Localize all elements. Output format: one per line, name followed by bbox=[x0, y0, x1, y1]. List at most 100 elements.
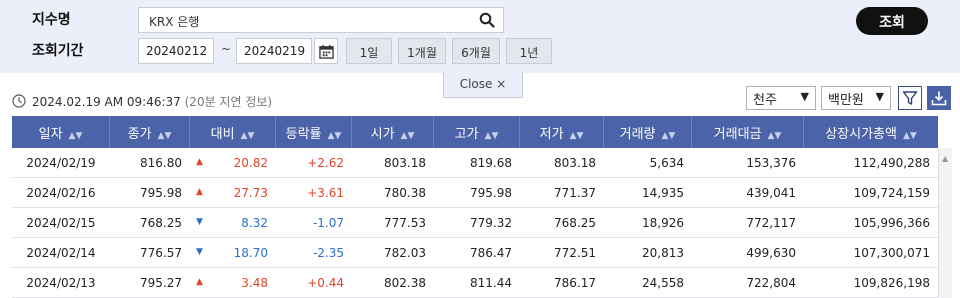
header-change[interactable]: 대비 ▲▼ bbox=[190, 116, 276, 148]
cell-close: 816.80 bbox=[140, 156, 182, 170]
cell-amount: 499,630 bbox=[746, 246, 796, 260]
start-date-input[interactable]: 20240212 bbox=[138, 38, 214, 64]
header-label: 시가 bbox=[370, 127, 395, 142]
volume-unit-value: 천주 bbox=[753, 93, 777, 108]
cell-volume: 5,634 bbox=[649, 156, 684, 170]
header-open[interactable]: 시가 ▲▼ bbox=[352, 116, 434, 148]
period-label: 조회기간 bbox=[32, 43, 84, 59]
scroll-up-icon[interactable]: ▲ bbox=[942, 154, 948, 163]
cell-close: 776.57 bbox=[140, 246, 182, 260]
header-label: 상장시가총액 bbox=[825, 127, 897, 142]
volume-unit-select[interactable]: 천주 ▼ bbox=[746, 86, 816, 110]
down-arrow-icon: ▼ bbox=[196, 247, 203, 257]
table-row[interactable]: 2024/02/16 795.98 27.73 ▲ +3.61 780.38 795.98 7… bbox=[12, 178, 938, 208]
up-arrow-icon: ▲ bbox=[196, 187, 203, 197]
cell-amount: 772,117 bbox=[746, 216, 796, 230]
search-icon[interactable] bbox=[479, 12, 495, 28]
sort-icon: ▲▼ bbox=[400, 131, 415, 141]
sort-icon: ▲▼ bbox=[68, 131, 83, 141]
header-date[interactable]: 일자 ▲▼ bbox=[12, 116, 110, 148]
cell-open: 802.38 bbox=[384, 276, 426, 290]
sort-icon: ▲▼ bbox=[661, 131, 676, 141]
cell-date: 2024/02/15 bbox=[26, 216, 96, 230]
cell-cap: 109,826,198 bbox=[853, 276, 930, 290]
cell-rate: +0.44 bbox=[307, 276, 344, 290]
header-label: 거래량 bbox=[619, 127, 656, 142]
table-row[interactable]: 2024/02/15 768.25 8.32 ▼ -1.07 777.53 779.32 76… bbox=[12, 208, 938, 238]
cell-rate: +2.62 bbox=[307, 156, 344, 170]
cell-high: 786.47 bbox=[470, 246, 512, 260]
header-market-cap[interactable]: 상장시가총액 ▲▼ bbox=[804, 116, 938, 148]
down-arrow-icon: ▼ bbox=[196, 217, 203, 227]
download-button[interactable] bbox=[927, 86, 951, 110]
header-close[interactable]: 종가 ▲▼ bbox=[110, 116, 190, 148]
index-search-input[interactable]: KRX 은행 bbox=[138, 7, 504, 33]
cell-date: 2024/02/14 bbox=[26, 246, 96, 260]
cell-volume: 18,926 bbox=[642, 216, 684, 230]
sort-icon: ▲▼ bbox=[484, 131, 499, 141]
cell-amount: 153,376 bbox=[746, 156, 796, 170]
cell-cap: 107,300,071 bbox=[853, 246, 930, 260]
header-volume[interactable]: 거래량 ▲▼ bbox=[604, 116, 692, 148]
sort-icon: ▲▼ bbox=[767, 131, 782, 141]
index-search-value: KRX 은행 bbox=[149, 15, 200, 29]
cell-low: 786.17 bbox=[554, 276, 596, 290]
cell-volume: 14,935 bbox=[642, 186, 684, 200]
sort-icon: ▲▼ bbox=[902, 131, 917, 141]
cell-rate: +3.61 bbox=[307, 186, 344, 200]
header-high[interactable]: 고가 ▲▼ bbox=[434, 116, 520, 148]
cell-volume: 20,813 bbox=[642, 246, 684, 260]
cell-open: 780.38 bbox=[384, 186, 426, 200]
search-panel: 지수명 조회기간 KRX 은행 20240212 ~ 20240219 1일 1… bbox=[0, 0, 960, 73]
header-label: 등락률 bbox=[285, 127, 322, 142]
period-1day-button[interactable]: 1일 bbox=[346, 38, 392, 64]
cell-amount: 722,804 bbox=[746, 276, 796, 290]
close-panel-button[interactable]: Close × bbox=[443, 71, 523, 98]
header-label: 대비 bbox=[210, 127, 235, 142]
header-amount[interactable]: 거래대금 ▲▼ bbox=[692, 116, 804, 148]
cell-high: 819.68 bbox=[470, 156, 512, 170]
filter-button[interactable] bbox=[898, 86, 922, 110]
cell-close: 768.25 bbox=[140, 216, 182, 230]
calendar-icon bbox=[319, 44, 334, 59]
cell-low: 772.51 bbox=[554, 246, 596, 260]
end-date-input[interactable]: 20240219 bbox=[236, 38, 312, 64]
delay-note: (20분 지연 정보) bbox=[184, 95, 273, 109]
cell-date: 2024/02/19 bbox=[26, 156, 96, 170]
header-label: 종가 bbox=[127, 127, 152, 142]
amount-unit-value: 백만원 bbox=[828, 93, 864, 108]
timestamp-value: 2024.02.19 AM 09:46:37 bbox=[32, 95, 181, 109]
sort-icon: ▲▼ bbox=[569, 131, 584, 141]
table-row[interactable]: 2024/02/14 776.57 18.70 ▼ -2.35 782.03 786.47 7… bbox=[12, 238, 938, 268]
table-row[interactable]: 2024/02/13 795.27 3.48 ▲ +0.44 802.38 811.44 78… bbox=[12, 268, 938, 298]
table-row[interactable]: 2024/02/19 816.80 20.82 ▲ +2.62 803.18 819.68 8… bbox=[12, 148, 938, 178]
header-label: 저가 bbox=[539, 127, 564, 142]
cell-cap: 105,996,366 bbox=[853, 216, 930, 230]
cell-cap: 109,724,159 bbox=[853, 186, 930, 200]
date-separator: ~ bbox=[221, 42, 232, 56]
header-rate[interactable]: 등락률 ▲▼ bbox=[276, 116, 352, 148]
table-header: 일자 ▲▼ 종가 ▲▼ 대비 ▲▼ 등락률 ▲▼ 시가 ▲▼ 고가 ▲▼ 저가 ▲▼ 거래량 ▲… bbox=[12, 116, 938, 148]
period-1month-button[interactable]: 1개월 bbox=[398, 38, 446, 64]
header-label: 고가 bbox=[454, 127, 479, 142]
table-scrollbar[interactable]: ▲ bbox=[938, 148, 952, 298]
calendar-button[interactable] bbox=[314, 38, 338, 64]
period-1year-button[interactable]: 1년 bbox=[506, 38, 552, 64]
cell-low: 803.18 bbox=[554, 156, 596, 170]
timestamp: 2024.02.19 AM 09:46:37 (20분 지연 정보) bbox=[32, 93, 272, 110]
download-icon bbox=[931, 91, 947, 106]
submit-search-button[interactable]: 조회 bbox=[856, 7, 928, 35]
sort-icon: ▲▼ bbox=[240, 131, 255, 141]
table-body: 2024/02/19 816.80 20.82 ▲ +2.62 803.18 819.68 8… bbox=[12, 148, 938, 298]
cell-cap: 112,490,288 bbox=[853, 156, 930, 170]
period-6month-button[interactable]: 6개월 bbox=[452, 38, 500, 64]
sort-icon: ▲▼ bbox=[157, 131, 172, 141]
cell-volume: 24,558 bbox=[642, 276, 684, 290]
amount-unit-select[interactable]: 백만원 ▼ bbox=[821, 86, 891, 110]
header-low[interactable]: 저가 ▲▼ bbox=[520, 116, 604, 148]
sort-icon: ▲▼ bbox=[327, 131, 342, 141]
cell-low: 771.37 bbox=[554, 186, 596, 200]
cell-amount: 439,041 bbox=[746, 186, 796, 200]
cell-close: 795.98 bbox=[140, 186, 182, 200]
cell-open: 777.53 bbox=[384, 216, 426, 230]
